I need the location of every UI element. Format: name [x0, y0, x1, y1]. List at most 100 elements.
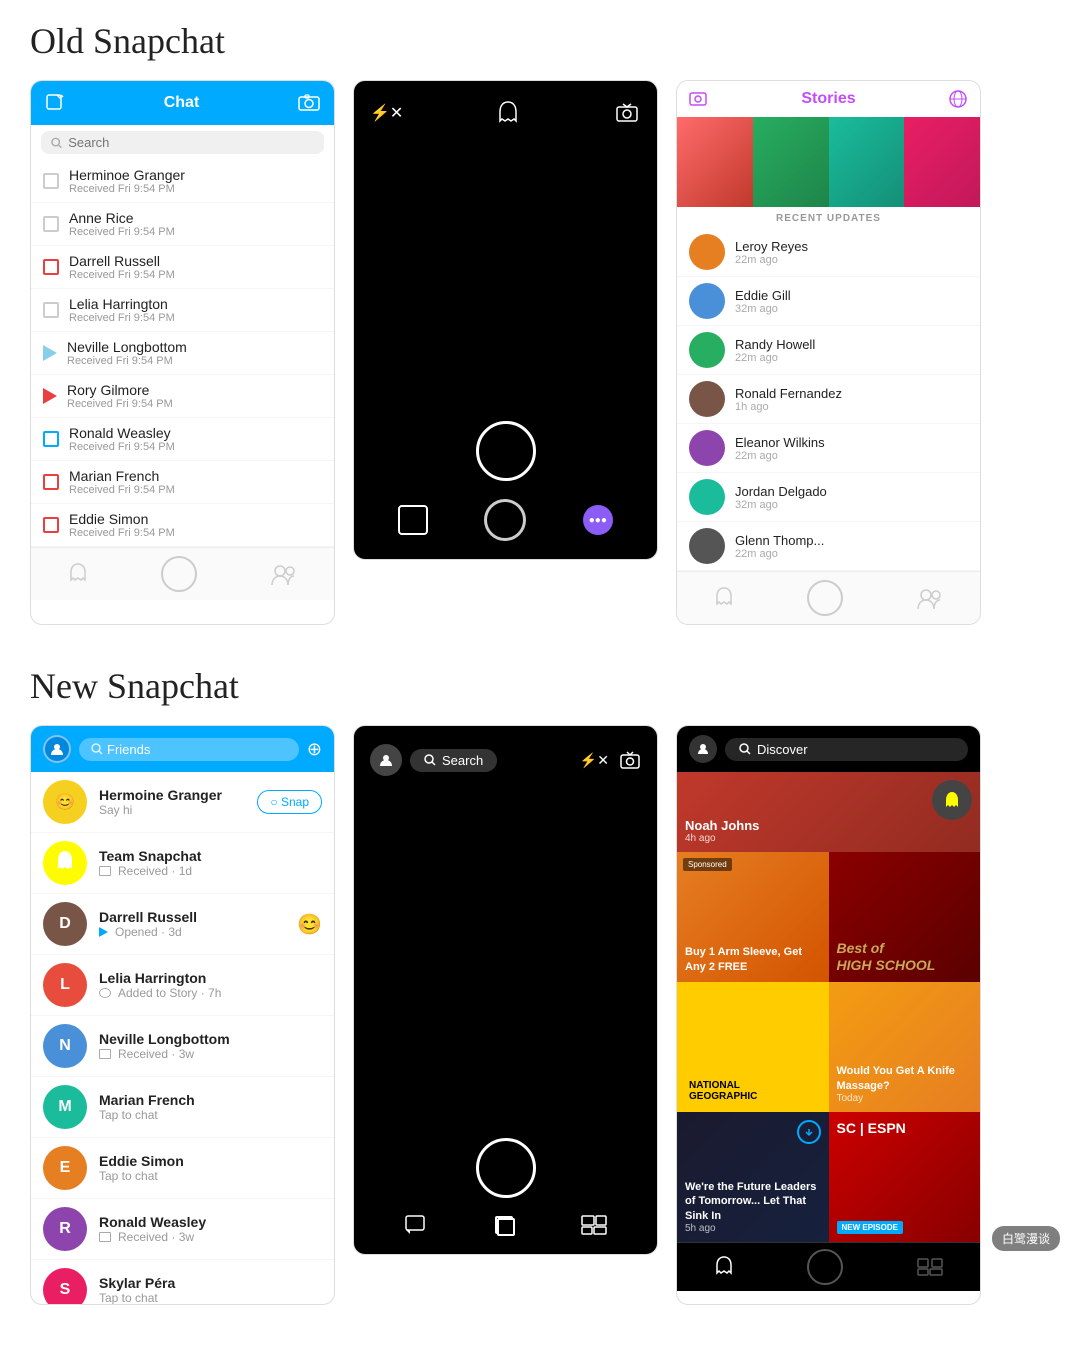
- story-item[interactable]: Eddie Gill 32m ago: [677, 277, 980, 326]
- story-item[interactable]: Glenn Thomp... 22m ago: [677, 522, 980, 571]
- list-item[interactable]: Marian French Received Fri 9:54 PM: [31, 461, 334, 504]
- list-item[interactable]: Neville Longbottom Received Fri 9:54 PM: [31, 332, 334, 375]
- new-list-item[interactable]: 😊 Hermoine Granger Say hi ○ Snap: [31, 772, 334, 833]
- list-item[interactable]: Rory Gilmore Received Fri 9:54 PM: [31, 375, 334, 418]
- avatar: 😊: [43, 780, 87, 824]
- discover-card-highschool[interactable]: Best ofHIGH SCHOOL: [829, 852, 981, 982]
- avatar: [689, 234, 725, 270]
- snap-button[interactable]: ○ Snap: [257, 790, 322, 814]
- profile-discover[interactable]: [689, 735, 717, 763]
- snap-icon: [43, 302, 59, 318]
- leaders-time: 5h ago: [685, 1223, 821, 1234]
- noah-name: Noah Johns: [685, 818, 759, 833]
- old-phones-row: Chat Herminoe Granger Received Fri: [30, 80, 1050, 625]
- flash-icon[interactable]: ⚡✕: [580, 752, 609, 769]
- avatar: M: [43, 1085, 87, 1129]
- shutter-btn-new[interactable]: [476, 1138, 536, 1198]
- new-list-item[interactable]: Team Snapchat Received · 1d: [31, 833, 334, 894]
- stories-btn[interactable]: ●●●: [583, 505, 613, 535]
- old-chat-search[interactable]: [41, 131, 324, 154]
- new-list-item[interactable]: M Marian French Tap to chat: [31, 1077, 334, 1138]
- flip-cam-icon[interactable]: [619, 750, 641, 770]
- story-name: Glenn Thomp...: [735, 533, 824, 548]
- discover-card-natgeo[interactable]: NATIONALGEOGRAPHIC: [677, 982, 829, 1112]
- flip-camera-icon[interactable]: [613, 99, 641, 127]
- friends-label: Friends: [107, 742, 150, 757]
- massage-time: Today: [837, 1093, 973, 1104]
- story-item[interactable]: Leroy Reyes 22m ago: [677, 228, 980, 277]
- nav-circle[interactable]: [484, 499, 526, 541]
- scroll-btn[interactable]: [797, 1120, 821, 1144]
- snap-icon: [43, 345, 57, 361]
- ghost-nav-icon-2[interactable]: [714, 586, 734, 610]
- compose-icon: [45, 93, 65, 113]
- nav-circle-discover[interactable]: [807, 1249, 843, 1285]
- discover-card-espn[interactable]: SC | ESPN NEW EPISODE: [829, 1112, 981, 1242]
- camera-small-icon[interactable]: [689, 89, 709, 109]
- received-icon-3: [99, 1232, 111, 1242]
- shutter-button[interactable]: [476, 421, 536, 481]
- messages-btn[interactable]: [404, 1214, 428, 1236]
- flash-off-icon[interactable]: ⚡✕: [370, 103, 403, 123]
- gallery-btn-new[interactable]: [495, 1216, 513, 1234]
- old-chat-list: Herminoe Granger Received Fri 9:54 PM An…: [31, 160, 334, 547]
- story-name: Randy Howell: [735, 337, 815, 352]
- new-list-item[interactable]: L Lelia Harrington Added to Story · 7h: [31, 955, 334, 1016]
- noah-johns-card[interactable]: Noah Johns 4h ago: [677, 772, 980, 852]
- discover-card-massage[interactable]: Would You Get A Knife Massage? Today: [829, 982, 981, 1112]
- new-list-item[interactable]: S Skylar Péra Tap to chat: [31, 1260, 334, 1305]
- people-nav-discover[interactable]: [916, 1257, 944, 1277]
- ghost-nav-discover[interactable]: [714, 1255, 734, 1279]
- story-item[interactable]: Jordan Delgado 32m ago: [677, 473, 980, 522]
- story-icon: [99, 988, 111, 998]
- friends-nav-icon-2[interactable]: [916, 587, 944, 609]
- ghost-nav-icon[interactable]: [68, 562, 88, 586]
- profile-avatar[interactable]: [43, 735, 71, 763]
- new-search-bar[interactable]: Friends: [79, 738, 299, 761]
- contact-sub: Received Fri 9:54 PM: [67, 355, 187, 367]
- search-input[interactable]: [68, 135, 314, 150]
- list-item[interactable]: Lelia Harrington Received Fri 9:54 PM: [31, 289, 334, 332]
- story-item[interactable]: Randy Howell 22m ago: [677, 326, 980, 375]
- discover-card-ad[interactable]: Sponsored Buy 1 Arm Sleeve, Get Any 2 FR…: [677, 852, 829, 982]
- new-list-item[interactable]: E Eddie Simon Tap to chat: [31, 1138, 334, 1199]
- recent-updates-label: RECENT UPDATES: [677, 207, 980, 228]
- snapchat-ghost-icon: [53, 849, 77, 877]
- list-item[interactable]: Anne Rice Received Fri 9:54 PM: [31, 203, 334, 246]
- friends-nav-icon[interactable]: [270, 563, 298, 585]
- new-camera-top: Search ⚡✕: [354, 736, 657, 784]
- discover-card-leaders[interactable]: We're the Future Leaders of Tomorrow... …: [677, 1112, 829, 1242]
- avatar: E: [43, 1146, 87, 1190]
- discover-search[interactable]: Discover: [725, 738, 968, 761]
- contact-sub: Received Fri 9:54 PM: [67, 398, 173, 410]
- gallery-btn[interactable]: [398, 505, 428, 535]
- list-item[interactable]: Ronald Weasley Received Fri 9:54 PM: [31, 418, 334, 461]
- profile-btn[interactable]: [370, 744, 402, 776]
- list-item[interactable]: Darrell Russell Received Fri 9:54 PM: [31, 246, 334, 289]
- search-bar-camera[interactable]: Search: [410, 749, 497, 772]
- globe-icon[interactable]: [948, 89, 968, 109]
- search-icon-discover: [739, 743, 751, 755]
- avatar: D: [43, 902, 87, 946]
- story-item[interactable]: Ronald Fernandez 1h ago: [677, 375, 980, 424]
- story-item[interactable]: Eleanor Wilkins 22m ago: [677, 424, 980, 473]
- new-list-item[interactable]: N Neville Longbottom Received · 3w: [31, 1016, 334, 1077]
- stories-btn-new[interactable]: [580, 1214, 608, 1236]
- story-name: Leroy Reyes: [735, 239, 808, 254]
- list-item[interactable]: Eddie Simon Received Fri 9:54 PM: [31, 504, 334, 547]
- add-friend-icon[interactable]: ⊕: [307, 739, 322, 760]
- new-list-item[interactable]: D Darrell Russell Opened · 3d 😊: [31, 894, 334, 955]
- espn-logo: SC | ESPN: [837, 1120, 906, 1136]
- contact-sub: Received Fri 9:54 PM: [69, 226, 175, 238]
- new-list-item[interactable]: R Ronald Weasley Received · 3w: [31, 1199, 334, 1260]
- ad-headline: Buy 1 Arm Sleeve, Get Any 2 FREE: [685, 945, 821, 974]
- contact-name: Darrell Russell: [69, 253, 175, 269]
- capture-btn[interactable]: [161, 556, 197, 592]
- contact-name: Eddie Simon: [99, 1153, 184, 1169]
- avatar: L: [43, 963, 87, 1007]
- nav-circle-2[interactable]: [807, 580, 843, 616]
- camera-icon: [298, 94, 320, 112]
- list-item[interactable]: Herminoe Granger Received Fri 9:54 PM: [31, 160, 334, 203]
- contact-sub: Tap to chat: [99, 1108, 195, 1122]
- avatar: [689, 528, 725, 564]
